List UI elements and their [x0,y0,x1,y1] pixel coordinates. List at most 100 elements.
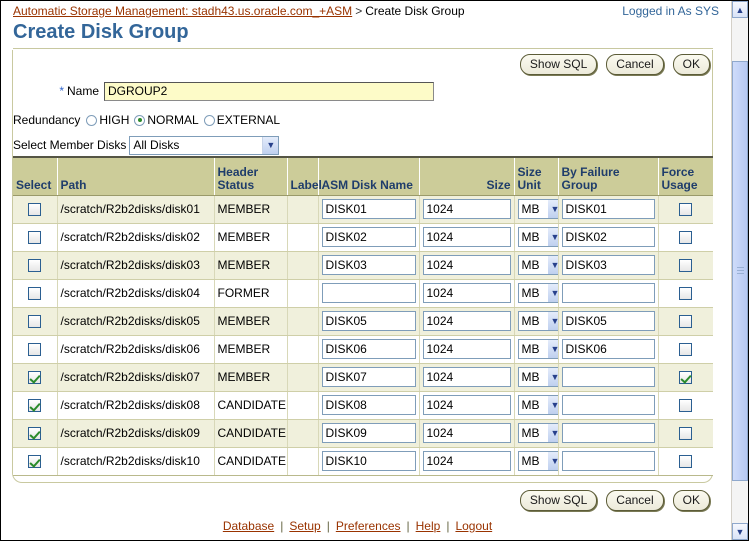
size-input[interactable] [423,451,511,471]
size-input[interactable] [423,395,511,415]
select-row-checkbox[interactable] [28,287,41,300]
size-unit-select[interactable]: MB▼ [518,395,559,415]
select-row-checkbox[interactable] [28,315,41,328]
select-row-checkbox[interactable] [28,231,41,244]
failure-group-input[interactable] [562,367,655,387]
radio-high-icon[interactable] [86,115,97,126]
chevron-down-icon[interactable]: ▼ [548,200,559,218]
size-input[interactable] [423,199,511,219]
select-row-checkbox[interactable] [28,259,41,272]
chevron-down-icon[interactable]: ▼ [548,284,559,302]
chevron-down-icon[interactable]: ▼ [548,312,559,330]
failure-group-input[interactable] [562,255,655,275]
size-input[interactable] [423,339,511,359]
col-header-select[interactable]: Select [13,157,57,195]
chevron-down-icon[interactable]: ▼ [548,396,559,414]
scrollbar-thumb[interactable] [732,61,748,481]
force-usage-checkbox[interactable] [679,231,692,244]
failure-group-input[interactable] [562,311,655,331]
size-unit-select[interactable]: MB▼ [518,255,559,275]
cancel-button-top[interactable]: Cancel [606,54,663,75]
size-unit-select[interactable]: MB▼ [518,451,559,471]
redundancy-option-normal[interactable]: NORMAL [134,113,198,127]
scroll-up-icon[interactable]: ▲ [732,1,748,18]
failure-group-input[interactable] [562,395,655,415]
failure-group-input[interactable] [562,199,655,219]
size-input[interactable] [423,311,511,331]
footer-link-setup[interactable]: Setup [289,519,320,533]
select-row-checkbox[interactable] [28,371,41,384]
scroll-down-icon[interactable]: ▼ [732,523,748,540]
select-row-checkbox[interactable] [28,343,41,356]
size-unit-select[interactable]: MB▼ [518,311,559,331]
asm-disk-name-input[interactable] [322,451,416,471]
col-header-force-usage[interactable]: Force Usage [658,157,713,195]
select-row-checkbox[interactable] [28,455,41,468]
ok-button-top[interactable]: OK [673,54,710,75]
asm-disk-name-input[interactable] [322,283,416,303]
chevron-down-icon[interactable]: ▼ [548,256,559,274]
col-header-label[interactable]: Label [287,157,318,195]
disk-group-name-input[interactable] [104,82,434,101]
vertical-scrollbar[interactable]: ▲ ▼ [731,1,748,540]
select-row-checkbox[interactable] [28,399,41,412]
member-disks-select[interactable]: All Disks ▼ [129,136,279,155]
asm-disk-name-input[interactable] [322,367,416,387]
chevron-down-icon[interactable]: ▼ [548,368,559,386]
asm-disk-name-input[interactable] [322,255,416,275]
radio-normal-icon[interactable] [134,115,145,126]
size-unit-select[interactable]: MB▼ [518,339,559,359]
cancel-button-bottom[interactable]: Cancel [606,490,663,511]
chevron-down-icon[interactable]: ▼ [548,228,559,246]
select-row-checkbox[interactable] [28,203,41,216]
size-input[interactable] [423,423,511,443]
footer-link-preferences[interactable]: Preferences [336,519,401,533]
select-row-checkbox[interactable] [28,427,41,440]
asm-disk-name-input[interactable] [322,339,416,359]
radio-external-icon[interactable] [204,115,215,126]
redundancy-option-high[interactable]: HIGH [86,113,129,127]
force-usage-checkbox[interactable] [679,427,692,440]
footer-link-help[interactable]: Help [416,519,441,533]
size-input[interactable] [423,227,511,247]
col-header-asm-disk-name[interactable]: ASM Disk Name [318,157,419,195]
failure-group-input[interactable] [562,283,655,303]
size-unit-select[interactable]: MB▼ [518,423,559,443]
ok-button-bottom[interactable]: OK [673,490,710,511]
col-header-failure-group[interactable]: By Failure Group [558,157,658,195]
footer-link-logout[interactable]: Logout [455,519,492,533]
col-header-header-status[interactable]: Header Status [214,157,287,195]
size-unit-select[interactable]: MB▼ [518,199,559,219]
force-usage-checkbox[interactable] [679,371,692,384]
force-usage-checkbox[interactable] [679,287,692,300]
redundancy-option-external[interactable]: EXTERNAL [204,113,280,127]
failure-group-input[interactable] [562,451,655,471]
chevron-down-icon[interactable]: ▼ [548,424,559,442]
asm-disk-name-input[interactable] [322,227,416,247]
failure-group-input[interactable] [562,339,655,359]
breadcrumb-parent-link[interactable]: Automatic Storage Management: stadh43.us… [13,4,352,18]
size-input[interactable] [423,283,511,303]
col-header-path[interactable]: Path [57,157,214,195]
chevron-down-icon[interactable]: ▼ [548,340,559,358]
footer-link-database[interactable]: Database [223,519,274,533]
asm-disk-name-input[interactable] [322,199,416,219]
asm-disk-name-input[interactable] [322,395,416,415]
failure-group-input[interactable] [562,423,655,443]
force-usage-checkbox[interactable] [679,455,692,468]
show-sql-button-top[interactable]: Show SQL [520,54,597,75]
force-usage-checkbox[interactable] [679,203,692,216]
failure-group-input[interactable] [562,227,655,247]
chevron-down-icon[interactable]: ▼ [262,137,278,154]
size-input[interactable] [423,255,511,275]
force-usage-checkbox[interactable] [679,399,692,412]
force-usage-checkbox[interactable] [679,259,692,272]
force-usage-checkbox[interactable] [679,343,692,356]
asm-disk-name-input[interactable] [322,311,416,331]
size-unit-select[interactable]: MB▼ [518,227,559,247]
force-usage-checkbox[interactable] [679,315,692,328]
size-unit-select[interactable]: MB▼ [518,367,559,387]
size-input[interactable] [423,367,511,387]
show-sql-button-bottom[interactable]: Show SQL [520,490,597,511]
col-header-size[interactable]: Size [419,157,514,195]
